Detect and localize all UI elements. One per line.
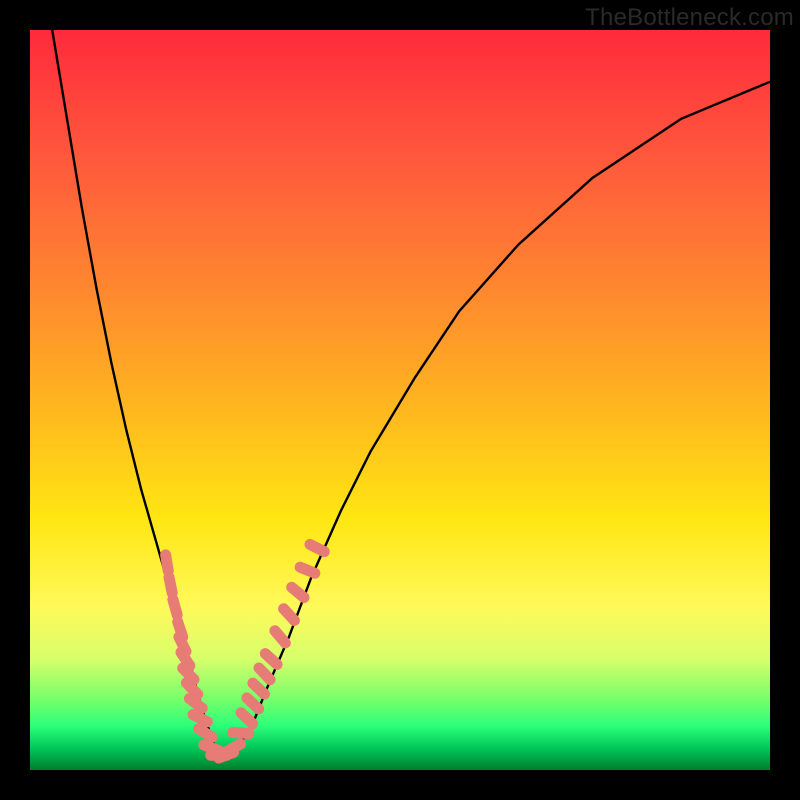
bottom-marker: [227, 744, 241, 752]
bottleneck-curve: [52, 30, 770, 755]
left-band-marker: [189, 699, 202, 709]
chart-frame: TheBottleneck.com: [0, 0, 800, 800]
plot-area: [30, 30, 770, 770]
right-band-marker: [284, 609, 295, 621]
watermark-text: TheBottleneck.com: [585, 4, 794, 32]
left-band-marker: [199, 729, 213, 737]
left-band-marker: [169, 577, 172, 593]
right-band-marker: [233, 733, 249, 734]
right-band-marker: [259, 668, 270, 680]
right-band-marker: [247, 698, 259, 709]
right-band-marker: [292, 587, 304, 597]
right-band-marker: [241, 713, 253, 724]
marker-group: [166, 544, 325, 758]
left-band-marker: [173, 600, 177, 615]
left-band-marker: [166, 555, 169, 571]
right-band-marker: [253, 683, 265, 694]
right-band-marker: [265, 654, 277, 665]
right-band-marker: [300, 567, 315, 573]
right-band-marker: [310, 544, 324, 551]
right-band-marker: [275, 631, 285, 643]
chart-svg: [30, 30, 770, 770]
left-band-marker: [193, 715, 207, 722]
